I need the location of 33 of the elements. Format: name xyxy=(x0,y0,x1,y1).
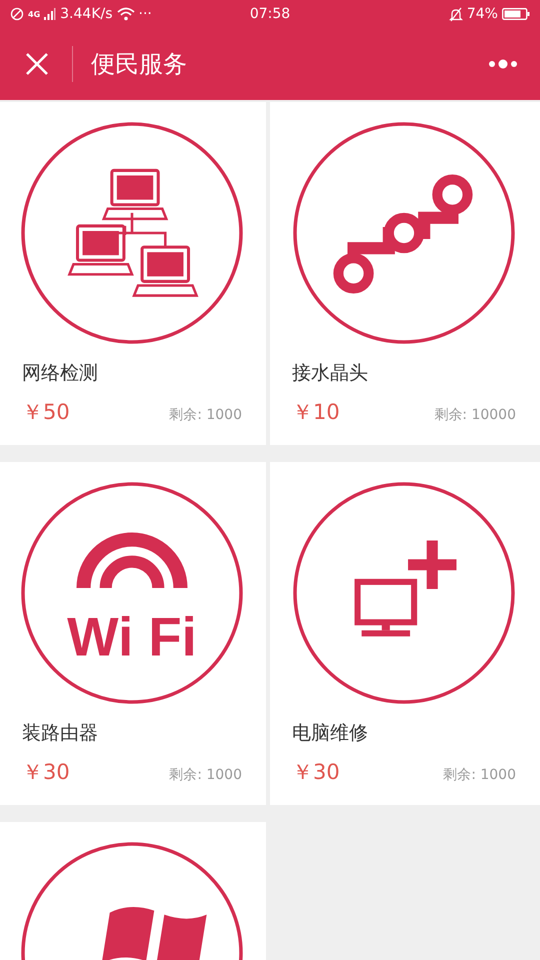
service-name: 装路由器 xyxy=(22,721,99,746)
service-price: ￥30 xyxy=(22,759,70,786)
service-price: ￥50 xyxy=(22,399,70,426)
blocked-icon xyxy=(10,7,24,21)
stock-count: 剩余: 1000 xyxy=(169,406,242,424)
battery-percent: 74% xyxy=(466,6,498,22)
service-name: 电脑维修 xyxy=(292,721,369,746)
page-title: 便民服务 xyxy=(91,49,188,80)
clock: 07:58 xyxy=(250,6,290,22)
stock-count: 剩余: 10000 xyxy=(434,406,516,424)
wifi-icon: Wi Fi xyxy=(21,482,243,704)
close-button[interactable] xyxy=(24,51,50,77)
service-name: 网络检测 xyxy=(22,361,99,386)
service-card[interactable]: 接水晶头 ￥10 剩余: 10000 xyxy=(270,102,540,445)
service-card[interactable]: 电脑维修 ￥30 剩余: 1000 xyxy=(270,462,540,805)
bell-muted-icon xyxy=(448,6,463,22)
battery-icon xyxy=(502,7,530,21)
stock-count: 剩余: 1000 xyxy=(443,766,516,784)
more-notifications: ··· xyxy=(138,6,152,22)
service-name: 接水晶头 xyxy=(292,361,369,386)
service-price: ￥10 xyxy=(292,399,340,426)
service-price: ￥30 xyxy=(292,759,340,786)
wifi-icon xyxy=(116,7,135,21)
service-card[interactable]: Wi Fi 装路由器 ￥30 剩余: 1000 xyxy=(0,462,266,805)
network-computers-icon xyxy=(21,122,243,344)
computer-plus-icon xyxy=(293,482,515,704)
stock-count: 剩余: 1000 xyxy=(169,766,242,784)
signal-icon xyxy=(44,7,56,21)
pipe-nodes-icon xyxy=(293,122,515,344)
service-card[interactable]: 网络检测 ￥50 剩余: 1000 xyxy=(0,102,266,445)
network-speed: 3.44K/s xyxy=(60,6,113,22)
network-type: 4G xyxy=(28,10,40,18)
more-menu-button[interactable] xyxy=(488,57,520,71)
